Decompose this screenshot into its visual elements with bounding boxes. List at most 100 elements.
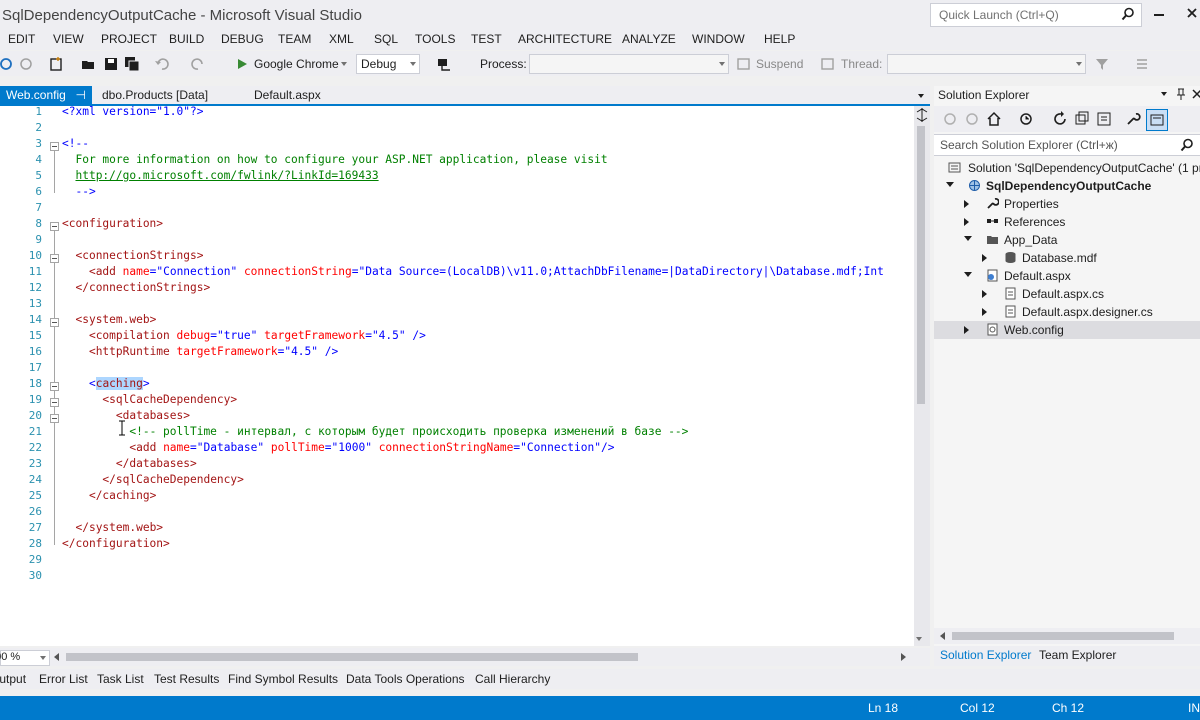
undo-icon[interactable]: [154, 56, 170, 72]
save-all-icon[interactable]: [124, 56, 140, 72]
tab-test-results[interactable]: Test Results: [154, 672, 219, 686]
expand-toggle-icon[interactable]: [964, 200, 969, 208]
tab-default-aspx[interactable]: Default.aspx: [248, 86, 368, 105]
preview-selected-button[interactable]: [1146, 109, 1168, 131]
expand-toggle-icon[interactable]: [964, 218, 969, 226]
outline-collapse-icon[interactable]: [50, 222, 59, 231]
tree-item-web-config[interactable]: Web.config: [934, 321, 1200, 339]
tree-item-default-aspx-designer-cs[interactable]: Default.aspx.designer.cs: [934, 303, 1200, 321]
pin-icon[interactable]: [1176, 88, 1186, 100]
minimize-button[interactable]: [1152, 6, 1166, 20]
suspend-label[interactable]: Suspend: [756, 57, 803, 71]
expand-toggle-icon[interactable]: [964, 272, 972, 277]
scroll-right-arrow[interactable]: [901, 653, 906, 661]
open-file-icon[interactable]: [80, 56, 96, 72]
tree-item-default-aspx-cs[interactable]: Default.aspx.cs: [934, 285, 1200, 303]
tab-find-symbol-results[interactable]: Find Symbol Results: [228, 672, 338, 686]
outline-collapse-icon[interactable]: [50, 318, 59, 327]
scroll-left-arrow[interactable]: [940, 632, 945, 640]
tab-team-explorer[interactable]: Team Explorer: [1039, 648, 1116, 662]
outline-collapse-icon[interactable]: [50, 142, 59, 151]
start-debugging-icon[interactable]: [234, 56, 250, 72]
tab-web-config[interactable]: Web.config ⊣: [0, 86, 92, 105]
scroll-down-arrow[interactable]: [916, 637, 922, 641]
split-window-icon[interactable]: [916, 108, 928, 122]
pin-icon[interactable]: ⊣: [76, 88, 86, 102]
menu-architecture[interactable]: ARCHITECTURE: [518, 32, 612, 46]
stack-frame-icon[interactable]: [1134, 56, 1150, 72]
thread-combo[interactable]: [887, 54, 1086, 74]
menu-debug[interactable]: DEBUG: [221, 32, 264, 46]
tree-item-solution[interactable]: Solution 'SqlDependencyOutputCache' (1 p…: [934, 159, 1200, 177]
menu-window[interactable]: WINDOW: [692, 32, 745, 46]
menu-test[interactable]: TEST: [471, 32, 502, 46]
show-all-files-icon[interactable]: [1096, 111, 1112, 127]
expand-toggle-icon[interactable]: [946, 182, 954, 187]
expand-toggle-icon[interactable]: [964, 236, 972, 241]
properties-wrench-icon[interactable]: [1125, 111, 1141, 127]
history-icon[interactable]: [1018, 111, 1034, 127]
fwlink-link[interactable]: http://go.microsoft.com/fwlink/?LinkId=1…: [75, 169, 378, 182]
tab-solution-explorer[interactable]: Solution Explorer: [940, 648, 1031, 662]
tab-call-hierarchy[interactable]: Call Hierarchy: [475, 672, 550, 686]
menu-xml[interactable]: XML: [329, 32, 354, 46]
expand-toggle-icon[interactable]: [982, 308, 987, 316]
menu-analyze[interactable]: ANALYZE: [622, 32, 676, 46]
solution-config-combo[interactable]: Debug: [356, 54, 420, 74]
suspend-icon[interactable]: [736, 56, 752, 72]
menu-project[interactable]: PROJECT: [101, 32, 157, 46]
refresh-icon[interactable]: [1052, 111, 1068, 127]
tree-item-database-mdf[interactable]: Database.mdf: [934, 249, 1200, 267]
save-icon[interactable]: [103, 56, 119, 72]
expand-toggle-icon[interactable]: [964, 326, 969, 334]
close-button[interactable]: [1185, 6, 1199, 20]
menu-edit[interactable]: EDIT: [8, 32, 35, 46]
tree-item-references[interactable]: References: [934, 213, 1200, 231]
filter-icon[interactable]: [1094, 56, 1110, 72]
outline-collapse-icon[interactable]: [50, 382, 59, 391]
back-icon[interactable]: [0, 56, 16, 72]
tab-dbo-products[interactable]: dbo.Products [Data]: [96, 86, 246, 105]
process-combo[interactable]: [529, 54, 729, 74]
close-icon[interactable]: [1192, 89, 1200, 99]
expand-toggle-icon[interactable]: [982, 290, 987, 298]
outline-collapse-icon[interactable]: [50, 414, 59, 423]
tree-item-project[interactable]: SqlDependencyOutputCache: [934, 177, 1200, 195]
horizontal-scroll-thumb[interactable]: [66, 653, 638, 661]
tab-output[interactable]: Output: [0, 672, 26, 686]
menu-view[interactable]: VIEW: [53, 32, 84, 46]
collapse-all-icon[interactable]: [1074, 111, 1090, 127]
run-target-dropdown-arrow[interactable]: [341, 62, 347, 66]
outline-collapse-icon[interactable]: [50, 398, 59, 407]
menu-tools[interactable]: TOOLS: [415, 32, 455, 46]
outline-collapse-icon[interactable]: [50, 254, 59, 263]
home-icon[interactable]: [986, 111, 1002, 127]
solution-explorer-hscroll-thumb[interactable]: [952, 632, 1174, 640]
menu-sql[interactable]: SQL: [374, 32, 398, 46]
panel-menu-icon[interactable]: [1161, 92, 1167, 96]
code-editor[interactable]: 1 2 3 4 5 6 7 8 9 10 11 12 13 14 15 16 17 18 19 20 21 22 23 24 2…: [0, 105, 914, 646]
zoom-combo[interactable]: 100 %: [0, 650, 50, 666]
tab-error-list[interactable]: Error List: [39, 672, 88, 686]
tree-item-default-aspx[interactable]: Default.aspx: [934, 267, 1200, 285]
new-project-icon[interactable]: [48, 56, 64, 72]
tab-overflow-icon[interactable]: [918, 94, 924, 98]
tab-data-tools-operations[interactable]: Data Tools Operations: [346, 672, 465, 686]
menu-build[interactable]: BUILD: [169, 32, 204, 46]
tab-task-list[interactable]: Task List: [97, 672, 144, 686]
vertical-scroll-thumb[interactable]: [917, 126, 925, 404]
tree-item-properties[interactable]: Properties: [934, 195, 1200, 213]
menu-team[interactable]: TEAM: [278, 32, 311, 46]
redo-icon[interactable]: [190, 56, 206, 72]
expand-toggle-icon[interactable]: [982, 254, 987, 262]
quick-launch-input[interactable]: Quick Launch (Ctrl+Q): [930, 3, 1142, 27]
attach-process-icon[interactable]: [436, 56, 452, 72]
forward-icon[interactable]: [18, 56, 34, 72]
tree-item-app-data[interactable]: App_Data: [934, 231, 1200, 249]
back-icon[interactable]: [943, 112, 957, 126]
scroll-left-arrow[interactable]: [54, 653, 59, 661]
solution-explorer-search[interactable]: Search Solution Explorer (Ctrl+ж): [934, 134, 1200, 156]
menu-help[interactable]: HELP: [764, 32, 795, 46]
forward-icon[interactable]: [965, 112, 979, 126]
run-target-label[interactable]: Google Chrome: [254, 57, 339, 71]
